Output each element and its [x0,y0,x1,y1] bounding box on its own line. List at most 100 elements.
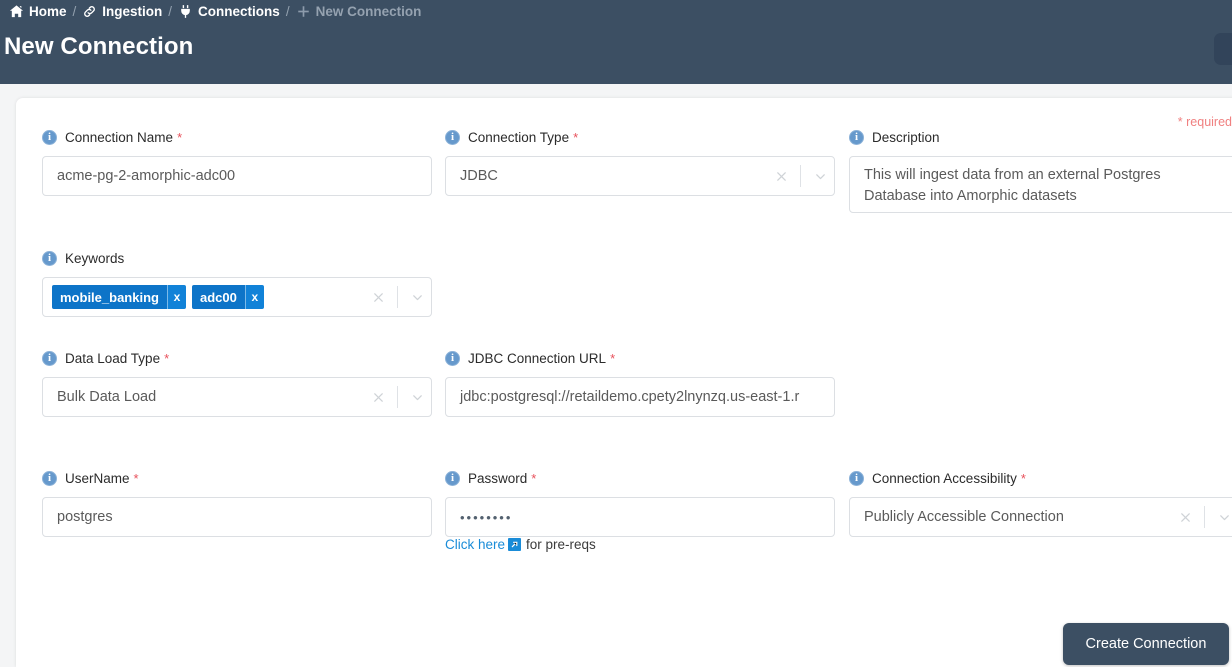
close-icon[interactable] [364,278,392,316]
chevron-down-icon[interactable] [403,278,431,316]
info-icon[interactable]: i [445,350,460,366]
pre-reqs-link-text: Click here [445,537,506,552]
required-note: * required [1177,115,1232,129]
textarea-value: This will ingest data from an external P… [864,167,1161,204]
input-value: acme-pg-2-amorphic-adc00 [57,168,236,184]
field-connection-accessibility: i Connection Accessibility * Publicly Ac… [849,469,1232,537]
required-marker: * [177,129,183,145]
close-icon[interactable] [767,157,795,195]
label-text: Description [872,129,940,145]
keyword-tag-remove-icon[interactable]: x [244,285,264,309]
keyword-tag[interactable]: adc00 x [191,285,264,309]
info-icon[interactable]: i [849,129,864,145]
breadcrumb-separator: / [72,3,77,19]
breadcrumb: Home / Ingestion / Connections / New Con… [0,0,1232,22]
connection-name-input[interactable]: acme-pg-2-amorphic-adc00 [42,156,432,196]
username-input[interactable]: postgres [42,497,432,537]
info-icon[interactable]: i [42,129,57,145]
input-value: •••••••• [460,509,513,525]
label-text: JDBC Connection URL [468,350,607,366]
header-side-button[interactable] [1214,33,1232,65]
external-link-icon [508,538,522,551]
field-keywords: i Keywords mobile_banking x adc00 x [42,249,432,317]
label-text: Password [468,470,528,486]
breadcrumb-separator: / [168,3,173,19]
app-header: Home / Ingestion / Connections / New Con… [0,0,1232,84]
select-divider [397,286,398,308]
select-value: Publicly Accessible Connection [864,509,1064,525]
jdbc-connection-url-input[interactable]: jdbc:postgresql://retaildemo.cpety2lnynz… [445,377,835,417]
breadcrumb-item-connections[interactable]: Connections [178,4,280,19]
keyword-tag-label: mobile_banking [52,285,167,309]
field-label: i Connection Name * [42,128,432,146]
breadcrumb-label: Home [29,3,67,19]
pre-reqs-link[interactable]: Click here [445,537,522,552]
page-title: New Connection [4,33,194,60]
link-icon [82,4,97,19]
field-label: i Keywords [42,249,432,267]
info-icon[interactable]: i [849,470,864,486]
info-icon[interactable]: i [42,350,57,366]
new-connection-form-card: * required i Connection Name * acme-pg-2… [16,98,1232,667]
field-jdbc-connection-url: i JDBC Connection URL * jdbc:postgresql:… [445,349,835,417]
select-value: JDBC [460,168,498,184]
keyword-tag[interactable]: mobile_banking x [52,285,186,309]
pre-reqs-tail-text: for pre-reqs [526,537,596,552]
label-text: Keywords [65,250,125,266]
breadcrumb-separator: / [285,3,290,19]
create-connection-button[interactable]: Create Connection [1063,623,1229,665]
breadcrumb-item-new-connection: New Connection [296,3,422,19]
keyword-tag-list: mobile_banking x adc00 x [43,285,364,309]
field-description: i Description This will ingest data from… [849,128,1232,213]
field-label: i Connection Accessibility * [849,469,1232,487]
breadcrumb-label: Connections [198,3,280,19]
password-input[interactable]: •••••••• [445,497,835,537]
pre-reqs-helper: Click here for pre-reqs [445,537,596,552]
required-marker: * [610,350,616,366]
label-text: Connection Type [468,129,570,145]
select-value: Bulk Data Load [57,389,157,405]
close-icon[interactable] [1171,498,1199,536]
field-label: i Password * [445,469,835,487]
required-marker: * [164,350,170,366]
field-label: i Description [849,128,1232,146]
breadcrumb-item-home[interactable]: Home [9,4,67,19]
input-value: jdbc:postgresql://retaildemo.cpety2lnynz… [460,389,800,405]
label-text: Connection Accessibility [872,470,1017,486]
plus-icon [296,4,311,19]
breadcrumb-label: Ingestion [102,3,163,19]
select-divider [1204,506,1205,528]
select-divider [397,386,398,408]
field-label: i JDBC Connection URL * [445,349,835,367]
field-label: i Data Load Type * [42,349,432,367]
field-data-load-type: i Data Load Type * Bulk Data Load [42,349,432,417]
info-icon[interactable]: i [42,250,57,266]
field-label: i Connection Type * [445,128,835,146]
breadcrumb-item-ingestion[interactable]: Ingestion [82,4,162,19]
required-marker: * [133,470,139,486]
label-text: Data Load Type [65,350,161,366]
required-marker: * [1020,470,1026,486]
data-load-type-select[interactable]: Bulk Data Load [42,377,432,417]
field-password: i Password * •••••••• [445,469,835,537]
label-text: Connection Name [65,129,174,145]
required-marker: * [531,470,537,486]
plug-icon [178,4,193,19]
connection-type-select[interactable]: JDBC [445,156,835,196]
chevron-down-icon[interactable] [403,378,431,416]
keywords-multiselect[interactable]: mobile_banking x adc00 x [42,277,432,317]
required-marker: * [573,129,579,145]
breadcrumb-label: New Connection [315,3,422,19]
keyword-tag-remove-icon[interactable]: x [166,285,186,309]
field-username: i UserName * postgres [42,469,432,537]
chevron-down-icon[interactable] [806,157,834,195]
close-icon[interactable] [364,378,392,416]
input-value: postgres [57,509,113,525]
description-textarea[interactable]: This will ingest data from an external P… [849,156,1232,213]
field-connection-name: i Connection Name * acme-pg-2-amorphic-a… [42,128,432,196]
connection-accessibility-select[interactable]: Publicly Accessible Connection [849,497,1232,537]
chevron-down-icon[interactable] [1210,498,1232,536]
info-icon[interactable]: i [445,129,460,145]
info-icon[interactable]: i [42,470,57,486]
info-icon[interactable]: i [445,470,460,486]
